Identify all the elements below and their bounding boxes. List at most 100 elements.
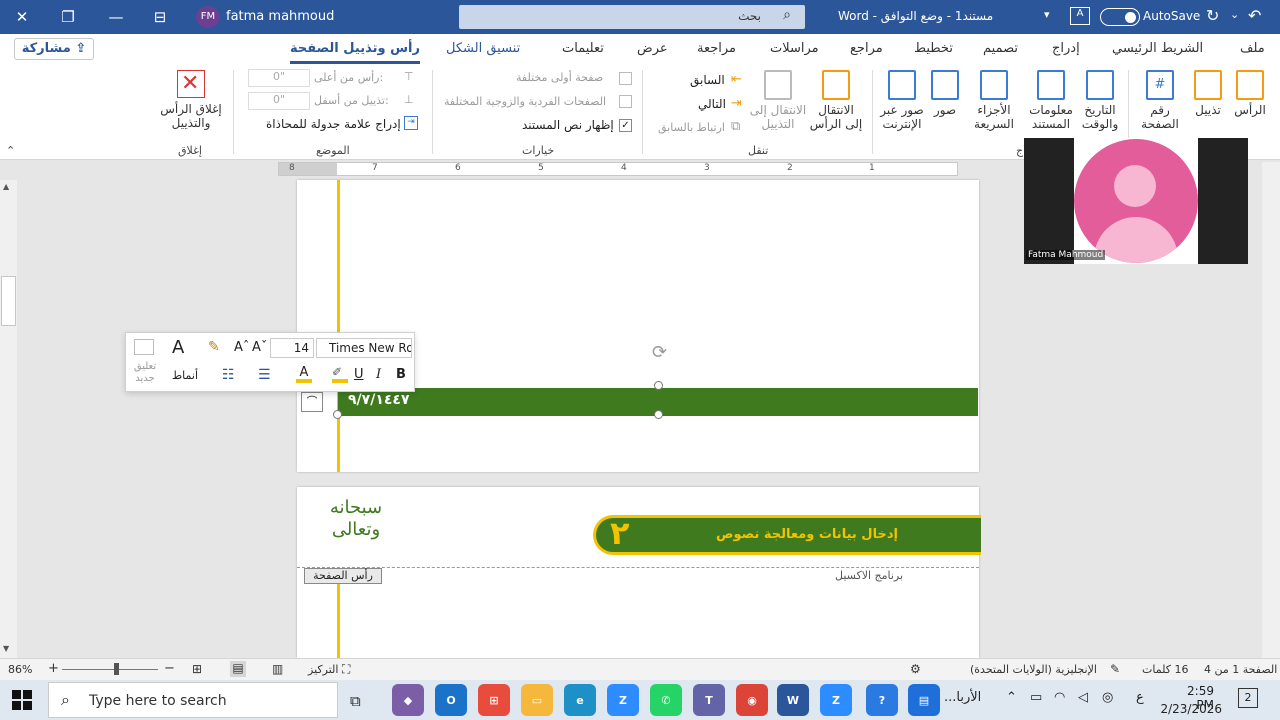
- collapse-ribbon-icon[interactable]: ⌃: [6, 144, 15, 157]
- shrink-font-icon[interactable]: Aˇ: [252, 340, 267, 355]
- close-header-footer-button[interactable]: ✕ إغلاق الرأس والتذييل: [155, 70, 227, 130]
- document-page[interactable]: ٩/٧/١٤٤٧ ⟳ ⌒: [297, 180, 979, 472]
- battery-icon[interactable]: ◎: [1102, 690, 1113, 705]
- wifi-icon[interactable]: ◠: [1054, 690, 1065, 705]
- resize-handle[interactable]: [654, 381, 663, 390]
- page-count[interactable]: الصفحة 1 من 4: [1204, 663, 1277, 676]
- tab-help[interactable]: تعليمات: [562, 34, 604, 64]
- word-count[interactable]: 16 كلمات: [1142, 663, 1188, 676]
- tab-file[interactable]: ملف: [1240, 34, 1265, 64]
- zoom-slider-thumb[interactable]: [114, 663, 119, 675]
- edge-icon[interactable]: e: [564, 684, 596, 716]
- date-text[interactable]: ٩/٧/١٤٤٧: [348, 392, 410, 408]
- tab-view[interactable]: عرض: [637, 34, 668, 64]
- notifications-icon[interactable]: 2: [1238, 688, 1258, 708]
- zoom-slider[interactable]: [62, 669, 158, 670]
- web-layout-icon[interactable]: ⊞: [192, 662, 202, 676]
- file-explorer-icon[interactable]: ▭: [521, 684, 553, 716]
- copilot-icon[interactable]: ◆: [392, 684, 424, 716]
- chevron-down-icon[interactable]: ⌄: [1230, 8, 1239, 21]
- horizontal-ruler[interactable]: 8 7 6 5 4 3 2 1: [278, 162, 958, 176]
- chevron-up-icon[interactable]: ⌃: [1006, 690, 1017, 705]
- scroll-up-icon[interactable]: ▲: [3, 182, 9, 191]
- tab-home[interactable]: الشريط الرئيسي: [1112, 34, 1203, 64]
- resize-handle[interactable]: [333, 410, 342, 419]
- online-pictures-button[interactable]: صور عبر الإنترنت: [876, 70, 928, 131]
- ribbon-display-icon[interactable]: ⊟: [140, 0, 180, 34]
- windows-start-icon[interactable]: [12, 690, 32, 710]
- different-odd-even-checkbox[interactable]: [619, 95, 632, 108]
- tab-header-footer[interactable]: رأس وتذييل الصفحة: [290, 34, 420, 64]
- header-button[interactable]: الرأس: [1230, 70, 1270, 117]
- numbering-icon[interactable]: ☷: [222, 367, 235, 383]
- language-status[interactable]: الإنجليزية (الولايات المتحدة): [970, 663, 1097, 676]
- previous-button[interactable]: السابق: [690, 73, 725, 87]
- next-button[interactable]: التالي: [698, 97, 726, 111]
- tab-review[interactable]: مراجعة: [697, 34, 736, 64]
- quick-parts-button[interactable]: الأجزاء السريعة: [966, 70, 1022, 131]
- underline-button[interactable]: U: [354, 367, 364, 382]
- redo-icon[interactable]: ↻: [1206, 6, 1219, 25]
- go-to-header-button[interactable]: الانتقال إلى الرأس: [808, 70, 864, 131]
- text-icon[interactable]: A: [1070, 7, 1090, 25]
- new-comment-icon[interactable]: [134, 339, 154, 355]
- tab-mailings[interactable]: مراسلات: [770, 34, 819, 64]
- different-first-page-checkbox[interactable]: [619, 72, 632, 85]
- autosave-toggle[interactable]: [1100, 8, 1140, 26]
- document-info-button[interactable]: معلومات المستند: [1024, 70, 1078, 131]
- task-view-icon[interactable]: ⧉: [350, 692, 361, 710]
- highlight-icon[interactable]: ✐: [332, 365, 348, 383]
- link-to-previous-button[interactable]: ارتباط بالسابق: [658, 121, 725, 134]
- tab-insert[interactable]: إدراج: [1052, 34, 1080, 64]
- minimize-icon[interactable]: —: [96, 0, 136, 34]
- tab-layout[interactable]: تخطيط: [914, 34, 953, 64]
- go-to-footer-button[interactable]: الانتقال إلى التذييل: [748, 70, 808, 131]
- tab-shape-format[interactable]: تنسيق الشكل: [446, 34, 520, 64]
- taskbar-date[interactable]: 2/23/2026: [1156, 702, 1222, 716]
- zoom-in-icon[interactable]: +: [48, 661, 59, 676]
- scrollbar-thumb[interactable]: [1, 276, 16, 326]
- whatsapp-icon[interactable]: ✆: [650, 684, 682, 716]
- rotate-handle-icon[interactable]: ⟳: [652, 342, 667, 363]
- read-mode-icon[interactable]: ▥: [272, 662, 283, 676]
- grow-font-icon[interactable]: Aˆ: [234, 340, 249, 355]
- header-from-top-input[interactable]: 0": [248, 69, 310, 87]
- zoom-level[interactable]: 86%: [8, 663, 32, 676]
- tab-references[interactable]: مراجع: [850, 34, 883, 64]
- tab-design[interactable]: تصميم: [983, 34, 1018, 64]
- zoom-out-icon[interactable]: −: [164, 661, 175, 676]
- zoom-icon[interactable]: Z: [607, 684, 639, 716]
- word-icon[interactable]: W: [777, 684, 809, 716]
- zoom-meeting-icon[interactable]: Z: [820, 684, 852, 716]
- chrome-icon[interactable]: ◉: [736, 684, 768, 716]
- restore-icon[interactable]: ❐: [48, 0, 88, 34]
- close-icon[interactable]: ✕: [2, 0, 42, 34]
- print-layout-icon[interactable]: ▤: [230, 661, 246, 677]
- search-box[interactable]: بحث ⌕: [459, 5, 805, 29]
- resize-handle[interactable]: [654, 410, 663, 419]
- taskbar-app-label[interactable]: الأربا...: [944, 690, 981, 705]
- store-icon[interactable]: ⊞: [478, 684, 510, 716]
- show-document-text-checkbox[interactable]: ✓: [619, 119, 632, 132]
- document-page-2[interactable]: سبحانه وتعالى ٢ إدخال بيانات ومعالجة نصو…: [297, 487, 981, 658]
- video-tile[interactable]: Fatma Mahmoud: [1024, 138, 1248, 264]
- font-color-button[interactable]: A: [296, 365, 312, 383]
- vertical-scrollbar[interactable]: ▲ ▼: [0, 180, 17, 658]
- outlook-icon[interactable]: O: [435, 684, 467, 716]
- help-icon[interactable]: ?: [866, 684, 898, 716]
- format-painter-icon[interactable]: ✎: [208, 339, 220, 355]
- share-button[interactable]: مشاركة ⇪: [14, 38, 94, 60]
- volume-icon[interactable]: ◁: [1078, 690, 1088, 705]
- display-settings-icon[interactable]: ⚙: [910, 662, 921, 676]
- taskbar-search[interactable]: ⌕ Type here to search: [48, 682, 338, 718]
- document-icon[interactable]: ▤: [908, 684, 940, 716]
- footer-button[interactable]: تذييل: [1188, 70, 1228, 117]
- teams-icon[interactable]: T: [693, 684, 725, 716]
- qat-dropdown-icon[interactable]: ▾: [1044, 8, 1050, 21]
- date-time-button[interactable]: التاريخ والوقت: [1078, 70, 1122, 131]
- avatar[interactable]: FM: [196, 6, 220, 28]
- insert-alignment-tab-button[interactable]: إدراج علامة جدولة للمحاذاة: [266, 117, 401, 131]
- network-icon[interactable]: ▭: [1030, 690, 1042, 705]
- font-name-input[interactable]: Times New Rom: [316, 338, 412, 358]
- pictures-button[interactable]: صور: [928, 70, 962, 117]
